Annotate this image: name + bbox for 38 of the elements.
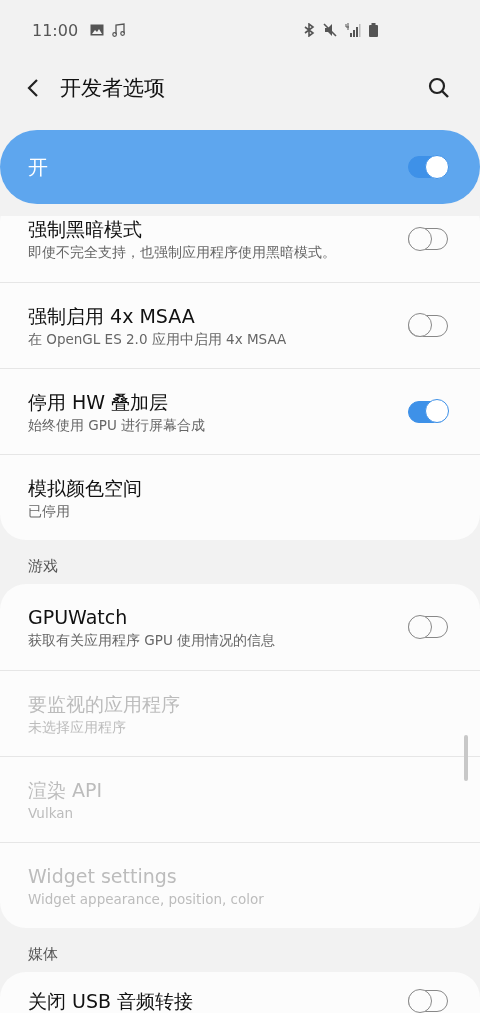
toggle-switch[interactable] [408,156,448,178]
item-title: 关闭 USB 音频转接 [28,990,195,1012]
bluetooth-icon [303,23,315,37]
section-header: 媒体 [27,944,59,965]
item-title: 模拟颜色空间 [28,475,143,501]
section-header: 游戏 [27,556,59,577]
mute-icon [323,23,337,37]
item-title: 强制黑暗模式 [28,217,143,242]
settings-item[interactable]: 模拟颜色空间 已停用 [0,454,480,540]
toggle-switch[interactable] [408,400,448,423]
item-title: Widget settings [28,863,178,889]
item-summary: 即使不完全支持，也强制应用程序使用黑暗模式。 [28,243,337,262]
item-summary: Widget appearance, position, color [28,889,265,909]
settings-item[interactable]: 停用 HW 叠加层 始终使用 GPU 进行屏幕合成 [0,368,480,454]
search-icon [428,77,450,99]
music-note-icon [112,23,126,37]
item-title: 要监视的应用程序 [28,691,181,717]
clock-time: 11:00 [32,20,79,40]
item-summary: 已停用 [28,501,71,521]
settings-item[interactable]: 强制启用 4x MSAA 在 OpenGL ES 2.0 应用中启用 4x MSAA [0,282,480,368]
signal-icon [345,23,361,37]
settings-item[interactable]: 强制黑暗模式 即使不完全支持，也强制应用程序使用黑暗模式。 [0,216,480,282]
item-summary: 在 OpenGL ES 2.0 应用中启用 4x MSAA [28,329,288,349]
item-title: GPUWatch [28,605,129,630]
battery-icon [369,23,378,37]
image-icon [90,24,105,36]
item-summary: 获取有关应用程序 GPU 使用情况的信息 [28,631,277,650]
settings-item[interactable]: 关闭 USB 音频转接 [0,972,480,1013]
page-title: 开发者选项 [60,75,166,102]
scrollbar [464,735,468,781]
item-summary: 始终使用 GPU 进行屏幕合成 [28,415,207,435]
item-title: 强制启用 4x MSAA [28,303,196,329]
item-title: 停用 HW 叠加层 [28,389,170,415]
item-title: 渲染 API [28,777,104,803]
item-summary: Vulkan [28,803,75,823]
settings-item[interactable]: GPUWatch 获取有关应用程序 GPU 使用情况的信息 [0,584,480,670]
item-summary: 未选择应用程序 [28,717,127,737]
master-switch-label: 开 [28,153,49,181]
